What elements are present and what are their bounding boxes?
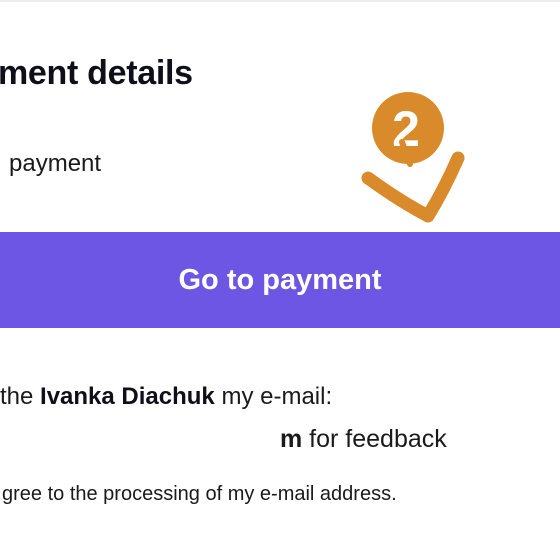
down-arrow-icon	[361, 151, 465, 223]
consent-suffix: my e-mail:	[214, 383, 333, 410]
feedback-text: m for feedback	[280, 425, 447, 454]
email-tail: m	[280, 425, 303, 453]
consent-prefix: the	[0, 383, 41, 410]
payment-page: ment details payment 2 Go to payment the…	[0, 0, 560, 560]
payment-option-label: payment	[9, 150, 102, 177]
consent-text: the Ivanka Diachuk my e-mail:	[0, 383, 332, 411]
page-title: ment details	[0, 54, 193, 92]
top-divider	[0, 0, 560, 2]
feedback-label: for feedback	[302, 425, 447, 453]
processing-agreement-text: gree to the processing of my e-mail addr…	[2, 483, 397, 505]
recipient-name: Ivanka Diachuk	[40, 383, 215, 410]
go-to-payment-button[interactable]: Go to payment	[0, 232, 560, 328]
step-2-marker-icon: 2	[361, 92, 465, 223]
